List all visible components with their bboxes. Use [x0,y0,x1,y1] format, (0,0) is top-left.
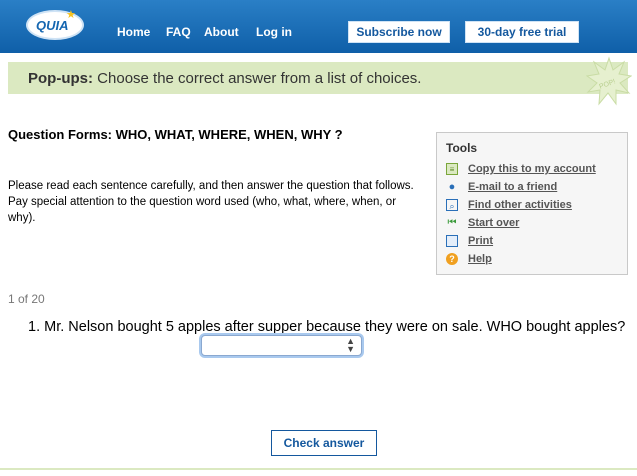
popups-splash-icon: POP! [586,56,632,106]
tool-find-link[interactable]: Find other activities [468,199,572,211]
nav-about[interactable]: About [204,25,239,39]
logo-text: QUIA [36,18,69,33]
activity-type-bar: Pop-ups: Choose the correct answer from … [8,62,628,94]
nav-home[interactable]: Home [117,25,150,39]
free-trial-button[interactable]: 30-day free trial [465,21,579,43]
check-answer-button[interactable]: Check answer [271,430,377,456]
person-icon: ● [448,181,456,193]
search-icon: ⌕ [446,199,458,211]
activity-type-text: Pop-ups: Choose the correct answer from … [28,70,421,87]
tool-start-over-link[interactable]: Start over [468,217,519,229]
tools-panel: Tools ≡ Copy this to my account ● E-mail… [436,132,628,275]
copy-icon: ≡ [446,163,458,175]
activity-title: Question Forms: WHO, WHAT, WHERE, WHEN, … [8,127,343,142]
answer-select[interactable]: ▲ ▼ [201,335,362,356]
rewind-icon: ⏮ [447,217,457,228]
subscribe-button[interactable]: Subscribe now [348,21,450,43]
nav-login[interactable]: Log in [256,25,292,39]
tool-help-link[interactable]: Help [468,253,492,265]
quia-logo[interactable]: QUIA ★ [26,9,84,40]
select-arrows-icon: ▲ ▼ [346,336,355,354]
question-number: 1. [28,319,41,335]
question-counter: 1 of 20 [8,292,45,306]
star-icon: ★ [66,9,76,21]
question-body: Mr. Nelson bought 5 apples after supper … [44,319,626,335]
tools-heading: Tools [446,141,478,155]
help-icon: ? [446,253,458,265]
tool-copy-link[interactable]: Copy this to my account [468,163,596,175]
tool-email-link[interactable]: E-mail to a friend [468,181,557,193]
activity-type-label: Pop-ups: [28,70,93,87]
footer-divider [0,468,637,470]
print-icon [446,235,458,247]
nav-faq[interactable]: FAQ [166,25,191,39]
tool-print-link[interactable]: Print [468,235,493,247]
activity-instructions: Please read each sentence carefully, and… [8,180,414,224]
site-header: QUIA ★ Home FAQ About Log in Subscribe n… [0,0,637,53]
activity-type-description: Choose the correct answer from a list of… [97,70,422,87]
